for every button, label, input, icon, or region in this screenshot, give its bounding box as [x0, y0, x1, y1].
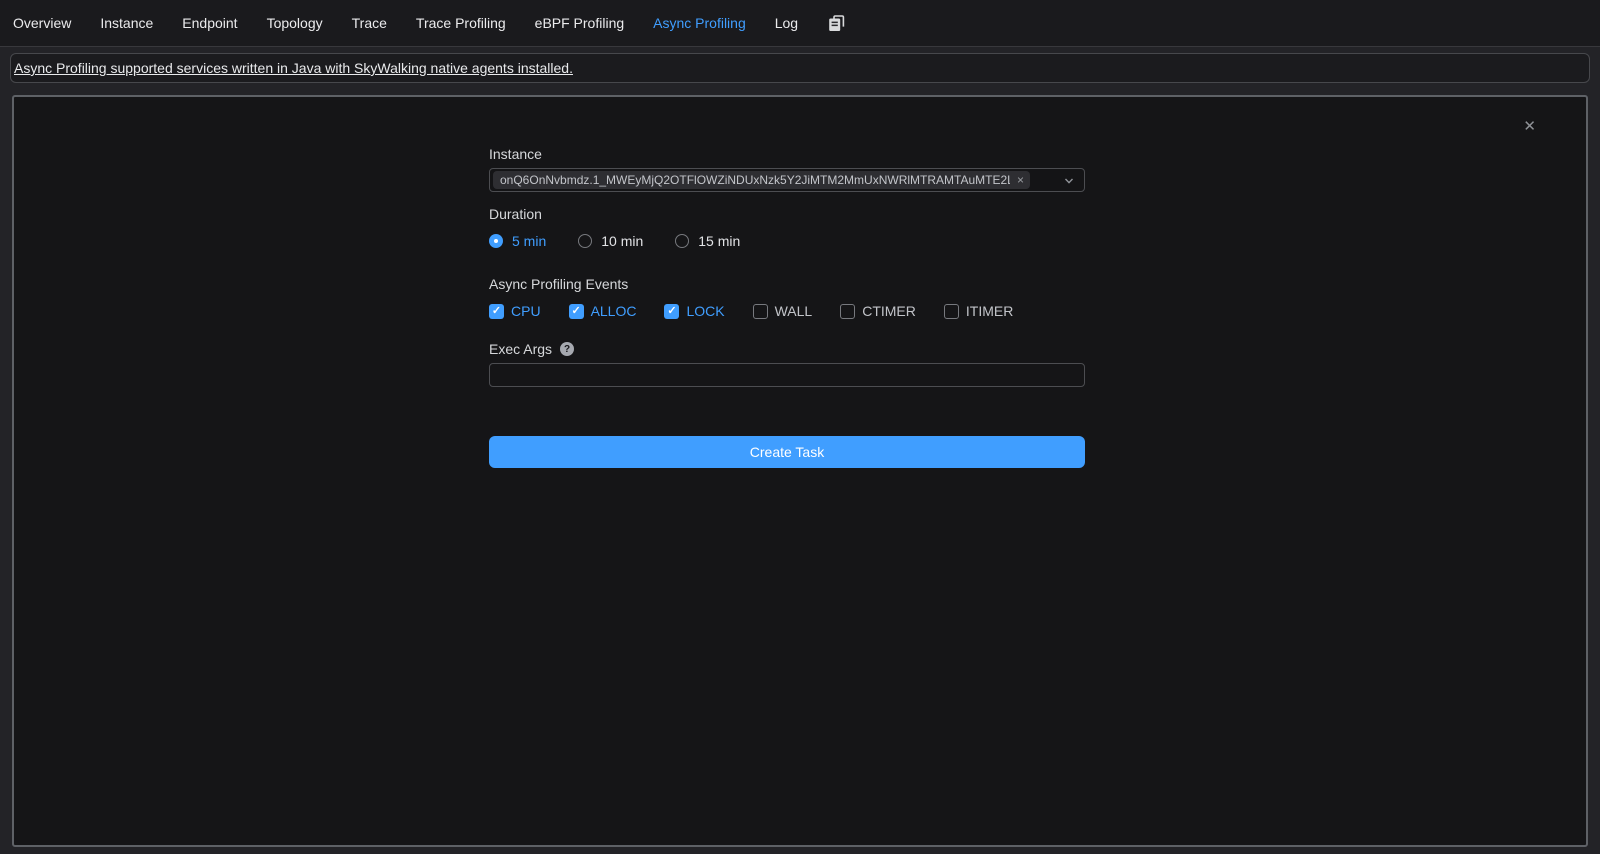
checkbox-alloc-label: ALLOC — [591, 303, 637, 319]
radio-10min[interactable]: 10 min — [578, 233, 643, 249]
radio-15min-label: 15 min — [698, 233, 740, 249]
checkbox-checked-icon: ✓ — [489, 304, 504, 319]
tab-ebpf-profiling[interactable]: eBPF Profiling — [535, 15, 624, 31]
checkbox-checked-icon: ✓ — [569, 304, 584, 319]
instance-tag-text: onQ6OnNvbmdz.1_MWEyMjQ2OTFlOWZiNDUxNzk5Y… — [500, 173, 1010, 187]
events-checkbox-group: ✓ CPU ✓ ALLOC ✓ LOCK WALL CTIMER ITIMER — [489, 303, 1085, 319]
checkbox-wall-label: WALL — [775, 303, 813, 319]
radio-10min-label: 10 min — [601, 233, 643, 249]
checkbox-unchecked-icon — [753, 304, 768, 319]
hint-banner: Async Profiling supported services writt… — [10, 53, 1590, 83]
tab-overview[interactable]: Overview — [13, 15, 71, 31]
chevron-down-icon — [1063, 175, 1075, 187]
instance-select[interactable]: onQ6OnNvbmdz.1_MWEyMjQ2OTFlOWZiNDUxNzk5Y… — [489, 168, 1085, 192]
document-copy-icon[interactable] — [827, 14, 846, 33]
tab-trace-profiling[interactable]: Trace Profiling — [416, 15, 506, 31]
create-task-form: Instance onQ6OnNvbmdz.1_MWEyMjQ2OTFlOWZi… — [489, 146, 1085, 468]
checkbox-unchecked-icon — [944, 304, 959, 319]
help-icon[interactable]: ? — [560, 342, 574, 356]
checkbox-cpu[interactable]: ✓ CPU — [489, 303, 541, 319]
checkbox-alloc[interactable]: ✓ ALLOC — [569, 303, 637, 319]
checkbox-itimer[interactable]: ITIMER — [944, 303, 1013, 319]
checkbox-wall[interactable]: WALL — [753, 303, 813, 319]
async-profiling-panel: ✕ Instance onQ6OnNvbmdz.1_MWEyMjQ2OTFlOW… — [12, 95, 1588, 847]
radio-5min-label: 5 min — [512, 233, 546, 249]
checkbox-itimer-label: ITIMER — [966, 303, 1013, 319]
radio-unchecked-icon — [675, 234, 689, 248]
radio-checked-icon — [489, 234, 503, 248]
tab-topology[interactable]: Topology — [267, 15, 323, 31]
tab-async-profiling[interactable]: Async Profiling — [653, 15, 746, 31]
checkbox-cpu-label: CPU — [511, 303, 541, 319]
checkbox-checked-icon: ✓ — [664, 304, 679, 319]
duration-radio-group: 5 min 10 min 15 min — [489, 233, 1085, 249]
checkbox-ctimer-label: CTIMER — [862, 303, 916, 319]
exec-args-label: Exec Args — [489, 341, 552, 357]
tag-remove-icon[interactable]: × — [1017, 173, 1024, 187]
radio-unchecked-icon — [578, 234, 592, 248]
tab-endpoint[interactable]: Endpoint — [182, 15, 237, 31]
radio-5min[interactable]: 5 min — [489, 233, 546, 249]
checkbox-ctimer[interactable]: CTIMER — [840, 303, 916, 319]
checkbox-unchecked-icon — [840, 304, 855, 319]
top-nav: Overview Instance Endpoint Topology Trac… — [0, 0, 1600, 47]
instance-label: Instance — [489, 146, 1085, 162]
selected-instance-tag: onQ6OnNvbmdz.1_MWEyMjQ2OTFlOWZiNDUxNzk5Y… — [493, 171, 1030, 189]
close-icon[interactable]: ✕ — [1523, 119, 1536, 134]
events-label: Async Profiling Events — [489, 276, 1085, 292]
create-task-button[interactable]: Create Task — [489, 436, 1085, 468]
radio-15min[interactable]: 15 min — [675, 233, 740, 249]
duration-label: Duration — [489, 206, 1085, 222]
hint-banner-text: Async Profiling supported services writt… — [14, 60, 573, 76]
checkbox-lock[interactable]: ✓ LOCK — [664, 303, 724, 319]
checkbox-lock-label: LOCK — [686, 303, 724, 319]
tab-log[interactable]: Log — [775, 15, 798, 31]
tab-trace[interactable]: Trace — [352, 15, 387, 31]
exec-args-input[interactable] — [489, 363, 1085, 387]
tab-instance[interactable]: Instance — [100, 15, 153, 31]
